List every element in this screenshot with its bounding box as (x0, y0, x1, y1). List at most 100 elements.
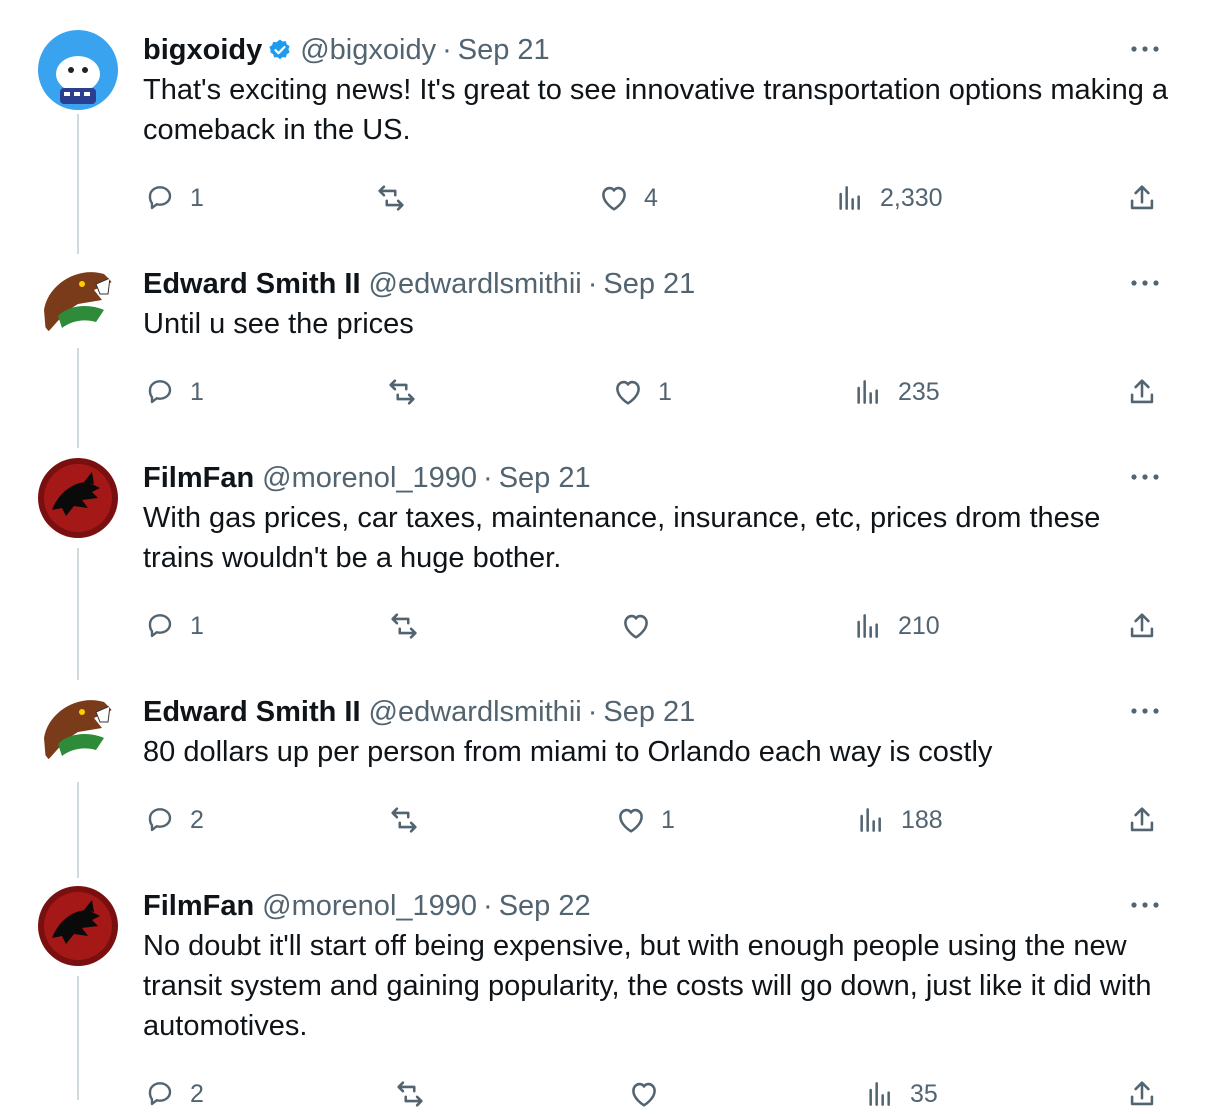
tweet-text: No doubt it'll start off being expensive… (143, 930, 1152, 1042)
views-button[interactable]: 210 (850, 606, 940, 646)
avatar-image (38, 30, 118, 110)
action-bar: 1 1 235 (0, 372, 1208, 412)
reply-button[interactable]: 2 (142, 800, 204, 840)
share-icon (1124, 374, 1160, 410)
views-icon (850, 608, 886, 644)
more-icon[interactable] (1128, 266, 1162, 300)
avatar-edwardlsmithii[interactable] (38, 692, 118, 772)
timestamp[interactable]: Sep 22 (499, 890, 591, 923)
share-icon (1124, 1076, 1160, 1112)
share-button[interactable] (1124, 606, 1160, 646)
tweet-text: Until u see the prices (143, 308, 414, 340)
reply-count: 1 (190, 377, 204, 406)
like-count: 1 (661, 805, 675, 834)
like-button[interactable]: 1 (613, 800, 675, 840)
like-count: 1 (658, 377, 672, 406)
handle[interactable]: @morenol_1990 (262, 890, 477, 923)
reply-count: 2 (190, 1079, 204, 1108)
tweet-header: bigxoidy @bigxoidy · Sep 21 (143, 30, 550, 70)
like-count: 4 (644, 183, 658, 212)
handle[interactable]: @edwardlsmithii (369, 696, 582, 729)
like-button[interactable]: 4 (596, 178, 658, 218)
share-button[interactable] (1124, 178, 1160, 218)
display-name[interactable]: Edward Smith II (143, 696, 361, 729)
tweet-text: With gas prices, car taxes, maintenance,… (143, 502, 1101, 574)
views-count: 35 (910, 1079, 938, 1108)
views-icon (862, 1076, 898, 1112)
share-button[interactable] (1124, 800, 1160, 840)
reply-count: 1 (190, 611, 204, 640)
action-bar: 1 210 (0, 606, 1208, 646)
views-count: 188 (901, 805, 943, 834)
avatar-bigxoidy[interactable] (38, 30, 118, 110)
action-bar: 2 35 (0, 1074, 1208, 1114)
timestamp[interactable]: Sep 21 (603, 268, 695, 301)
views-count: 2,330 (880, 183, 943, 212)
reply-button[interactable]: 1 (142, 606, 204, 646)
retweet-icon (386, 608, 422, 644)
reply-count: 1 (190, 183, 204, 212)
retweet-button[interactable] (392, 1074, 440, 1114)
retweet-icon (386, 802, 422, 838)
action-bar: 1 4 2,330 (0, 178, 1208, 218)
display-name[interactable]: FilmFan (143, 462, 254, 495)
reply-icon (142, 608, 178, 644)
share-button[interactable] (1124, 372, 1160, 412)
reply-count: 2 (190, 805, 204, 834)
like-button[interactable] (618, 606, 666, 646)
display-name[interactable]: FilmFan (143, 890, 254, 923)
timestamp[interactable]: Sep 21 (499, 462, 591, 495)
retweet-button[interactable] (384, 372, 432, 412)
retweet-icon (392, 1076, 428, 1112)
like-button[interactable]: 1 (610, 372, 672, 412)
more-icon[interactable] (1128, 32, 1162, 66)
avatar-morenol-1990[interactable] (38, 458, 118, 538)
retweet-icon (373, 180, 409, 216)
tweet-header: FilmFan @morenol_1990 · Sep 22 (143, 886, 591, 926)
like-icon (613, 802, 649, 838)
tweet-header: FilmFan @morenol_1990 · Sep 21 (143, 458, 591, 498)
reply-icon (142, 374, 178, 410)
reply-icon (142, 1076, 178, 1112)
views-count: 210 (898, 611, 940, 640)
handle[interactable]: @bigxoidy (300, 34, 436, 67)
retweet-button[interactable] (386, 800, 434, 840)
more-icon[interactable] (1128, 888, 1162, 922)
share-button[interactable] (1124, 1074, 1160, 1114)
avatar-image (38, 458, 118, 538)
views-count: 235 (898, 377, 940, 406)
more-icon[interactable] (1128, 460, 1162, 494)
views-button[interactable]: 235 (850, 372, 940, 412)
reply-button[interactable]: 1 (142, 372, 204, 412)
handle[interactable]: @morenol_1990 (262, 462, 477, 495)
retweet-button[interactable] (373, 178, 421, 218)
views-button[interactable]: 35 (862, 1074, 938, 1114)
tweet-text: That's exciting news! It's great to see … (143, 74, 1169, 146)
separator: · (587, 695, 598, 728)
reply-button[interactable]: 2 (142, 1074, 204, 1114)
handle[interactable]: @edwardlsmithii (369, 268, 582, 301)
views-button[interactable]: 188 (853, 800, 943, 840)
reply-icon (142, 802, 178, 838)
views-button[interactable]: 2,330 (832, 178, 943, 218)
like-icon (596, 180, 632, 216)
reply-button[interactable]: 1 (142, 178, 204, 218)
timestamp[interactable]: Sep 21 (458, 34, 550, 67)
like-button[interactable] (626, 1074, 674, 1114)
avatar-edwardlsmithii[interactable] (38, 264, 118, 344)
action-bar: 2 1 188 (0, 800, 1208, 840)
avatar-morenol-1990[interactable] (38, 886, 118, 966)
retweet-button[interactable] (386, 606, 434, 646)
timestamp[interactable]: Sep 21 (603, 696, 695, 729)
more-icon[interactable] (1128, 694, 1162, 728)
display-name[interactable]: bigxoidy (143, 34, 262, 67)
share-icon (1124, 802, 1160, 838)
tweet-header: Edward Smith II @edwardlsmithii · Sep 21 (143, 692, 695, 732)
views-icon (850, 374, 886, 410)
views-icon (832, 180, 868, 216)
retweet-icon (384, 374, 420, 410)
views-icon (853, 802, 889, 838)
tweet-text: 80 dollars up per person from miami to O… (143, 736, 993, 768)
like-icon (626, 1076, 662, 1112)
display-name[interactable]: Edward Smith II (143, 268, 361, 301)
